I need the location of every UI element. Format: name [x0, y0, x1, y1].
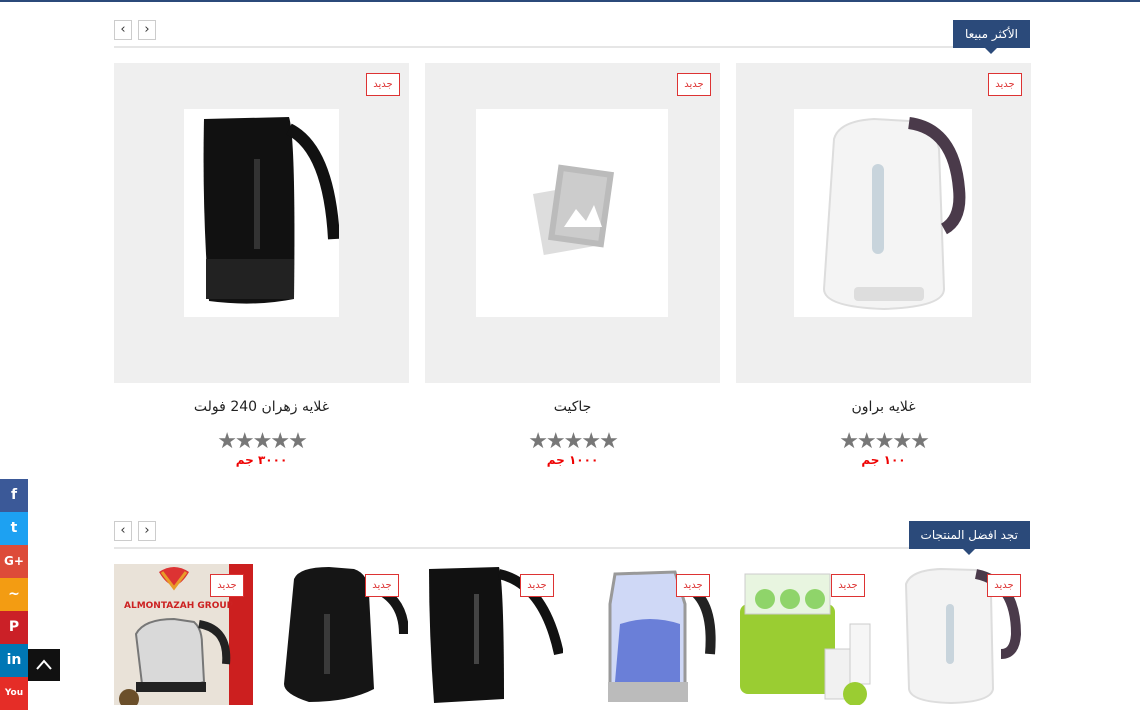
- next-arrow-button[interactable]: ›: [138, 521, 156, 541]
- best-products-header: ‹ › تجد افضل المنتجات: [114, 521, 1030, 555]
- rating-stars: ★★★★★: [217, 429, 308, 454]
- back-to-top-button[interactable]: [28, 649, 60, 681]
- product-title[interactable]: غلايه زهران 240 فولت: [114, 399, 409, 419]
- prev-arrow-button[interactable]: ‹: [114, 20, 132, 40]
- googleplus-icon[interactable]: G+: [0, 545, 28, 578]
- new-badge: جديد: [988, 73, 1022, 96]
- new-badge: جديد: [520, 574, 554, 597]
- product-price: ١٠٠٠ جم: [546, 453, 599, 467]
- product-thumb[interactable]: جديد: [735, 564, 874, 705]
- new-badge: جديد: [210, 574, 244, 597]
- product-image[interactable]: جديد: [114, 63, 409, 383]
- kettle-image-black: [184, 109, 339, 317]
- product-title[interactable]: جاكيت: [425, 399, 720, 419]
- top-border: [0, 0, 1140, 2]
- new-badge: جديد: [831, 574, 865, 597]
- new-badge: جديد: [366, 73, 400, 96]
- product-card[interactable]: جديد غلايه براون ★★★★★ ١٠٠ جم: [736, 63, 1031, 467]
- prev-arrow-button[interactable]: ‹: [114, 521, 132, 541]
- product-card[interactable]: جديد غلايه زهران 240 فولت ★★★★★ ٣٠٠٠ جم: [114, 63, 409, 467]
- chevron-up-icon: [36, 659, 52, 670]
- facebook-icon[interactable]: f: [0, 479, 28, 512]
- linkedin-icon[interactable]: in: [0, 644, 28, 677]
- new-badge: جديد: [987, 574, 1021, 597]
- product-thumb[interactable]: ALMONTAZAH GROUP جديد: [114, 564, 253, 705]
- rss-icon[interactable]: ~: [0, 578, 28, 611]
- next-arrow-button[interactable]: ›: [138, 20, 156, 40]
- product-thumb[interactable]: جديد: [269, 564, 408, 705]
- product-price: ٣٠٠٠ جم: [235, 453, 288, 467]
- pinterest-icon[interactable]: P: [0, 611, 28, 644]
- youtube-icon[interactable]: You: [0, 677, 28, 710]
- product-price: ١٠٠ جم: [861, 453, 906, 467]
- product-card[interactable]: جديد جاكيت ★★★★★ ١٠٠٠ جم: [425, 63, 720, 467]
- placeholder-image-icon: [476, 109, 668, 317]
- brand-logo-text: ALMONTAZAH GROUP: [124, 601, 234, 611]
- new-badge: جديد: [365, 574, 399, 597]
- product-thumb[interactable]: جديد: [891, 564, 1030, 705]
- twitter-icon[interactable]: t: [0, 512, 28, 545]
- product-image[interactable]: جديد: [736, 63, 1031, 383]
- product-title[interactable]: غلايه براون: [736, 399, 1031, 419]
- best-sellers-header: ‹ › الأكثر مبيعا: [114, 20, 1030, 54]
- new-badge: جديد: [677, 73, 711, 96]
- new-badge: جديد: [676, 574, 710, 597]
- rating-stars: ★★★★★: [528, 429, 619, 454]
- product-thumb[interactable]: جديد: [580, 564, 719, 705]
- section-title: الأكثر مبيعا: [952, 20, 1030, 54]
- kettle-image-white: [794, 109, 972, 317]
- product-thumb[interactable]: جديد: [424, 564, 563, 705]
- product-image[interactable]: جديد: [425, 63, 720, 383]
- rating-stars: ★★★★★: [839, 429, 930, 454]
- section-title: تجد افضل المنتجات: [908, 521, 1030, 555]
